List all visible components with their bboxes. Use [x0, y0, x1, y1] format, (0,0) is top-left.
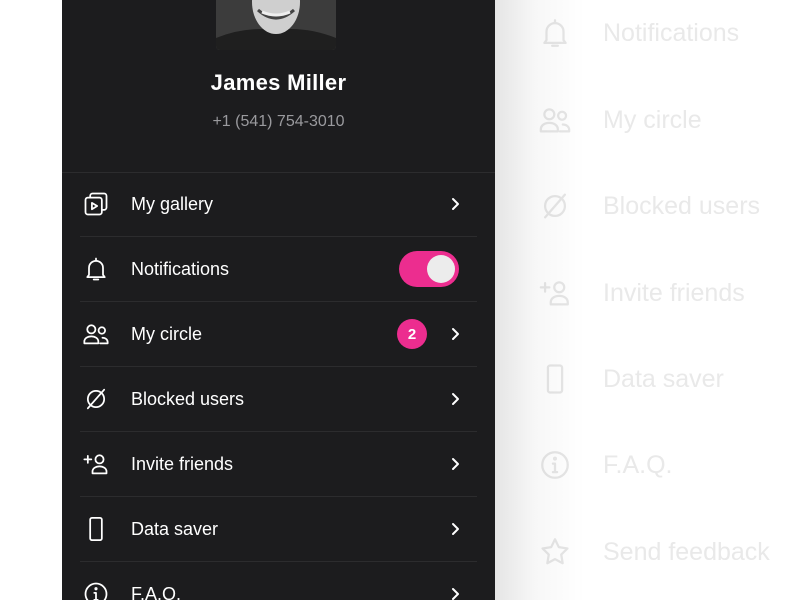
avatar[interactable]	[216, 0, 336, 50]
navigation-drawer: James Miller +1 (541) 754-3010 My galler…	[62, 0, 495, 600]
chevron-right-icon	[449, 522, 463, 536]
bell-icon	[80, 253, 112, 285]
menu-item-blocked-users[interactable]: Blocked users	[80, 367, 477, 432]
chevron-right-icon	[449, 587, 463, 600]
chevron-right-icon	[449, 457, 463, 471]
menu-item-invite-friends[interactable]: Invite friends	[80, 432, 477, 497]
menu-item-label: Invite friends	[131, 453, 234, 474]
bg-menu-item-label: Data saver	[603, 364, 724, 393]
drawer-menu: My gallery Notifications My circle 2 Blo…	[80, 172, 477, 600]
chevron-right-icon	[449, 327, 463, 341]
bg-menu-item-label: My circle	[603, 105, 702, 134]
menu-item-data-saver[interactable]: Data saver	[80, 497, 477, 562]
menu-item-label: My gallery	[131, 193, 214, 214]
toggle-knob	[427, 255, 455, 283]
chevron-right-icon	[449, 197, 463, 211]
phone-icon	[80, 513, 112, 545]
chevron-right-icon	[449, 392, 463, 406]
people-icon	[80, 318, 112, 350]
user-phone: +1 (541) 754-3010	[212, 113, 345, 130]
add-user-icon	[80, 448, 112, 480]
menu-item-my-circle[interactable]: My circle 2	[80, 302, 477, 367]
menu-item-label: F.A.Q.	[131, 583, 182, 600]
gallery-icon	[80, 188, 112, 220]
menu-item-label: Data saver	[131, 518, 219, 539]
user-name: James Miller	[210, 70, 347, 95]
drawer-shadow	[495, 0, 585, 600]
menu-item-faq[interactable]: F.A.Q.	[80, 562, 477, 600]
blocked-icon	[80, 383, 112, 415]
bg-menu-item-label: Blocked users	[603, 191, 761, 220]
notifications-toggle[interactable]	[399, 251, 459, 287]
menu-item-label: My circle	[131, 323, 202, 344]
bg-menu-item-label: Notifications	[603, 18, 740, 47]
menu-item-label: Notifications	[131, 258, 230, 279]
bg-menu-item-label: F.A.Q.	[603, 450, 673, 479]
bg-menu-item-label: Send feedback	[603, 537, 770, 566]
menu-item-label: Blocked users	[131, 388, 245, 409]
menu-item-notifications[interactable]: Notifications	[80, 237, 477, 302]
count-badge: 2	[397, 319, 427, 349]
menu-item-my-gallery[interactable]: My gallery	[80, 172, 477, 237]
info-icon	[80, 578, 112, 600]
bg-menu-item-label: Invite friends	[603, 278, 745, 307]
